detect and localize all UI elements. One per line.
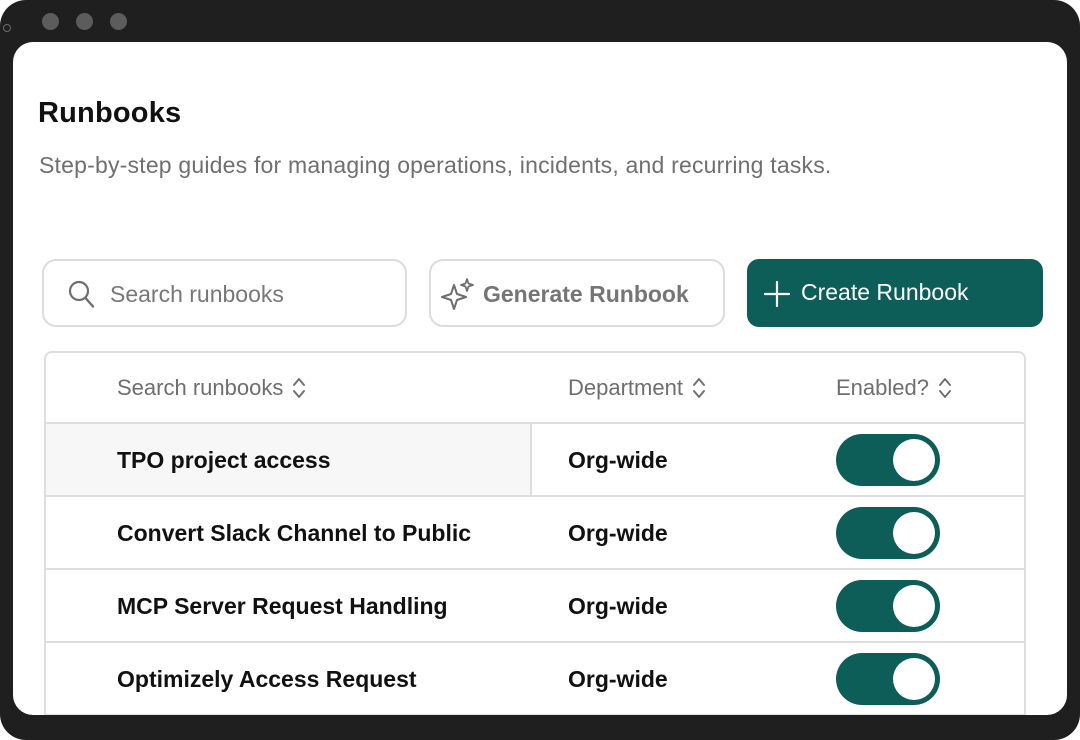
enabled-toggle[interactable] — [836, 434, 940, 486]
runbook-department: Org-wide — [568, 666, 668, 692]
runbook-name[interactable]: MCP Server Request Handling — [117, 593, 448, 620]
table-row[interactable]: MCP Server Request Handling Org-wide — [46, 570, 1024, 643]
window-close-dot[interactable] — [42, 13, 59, 30]
table-row[interactable]: Convert Slack Channel to Public Org-wide — [46, 497, 1024, 570]
corner-ring-icon — [3, 24, 11, 32]
sort-icon — [693, 378, 705, 398]
column-header-enabled[interactable]: Enabled? — [836, 375, 952, 401]
page-title: Runbooks — [38, 97, 182, 129]
runbook-department: Org-wide — [568, 447, 668, 473]
runbook-name[interactable]: TPO project access — [117, 447, 331, 474]
table-row[interactable]: Optimizely Access Request Org-wide — [46, 643, 1024, 715]
column-header-label: Department — [568, 375, 683, 400]
table-row[interactable]: TPO project access Org-wide — [46, 424, 1024, 497]
page-subtitle: Step-by-step guides for managing operati… — [39, 152, 832, 178]
enabled-toggle[interactable] — [836, 507, 940, 559]
enabled-toggle[interactable] — [836, 580, 940, 632]
toggle-knob — [893, 658, 935, 700]
generate-runbook-label: Generate Runbook — [483, 281, 689, 307]
window-minimize-dot[interactable] — [76, 13, 93, 30]
column-header-name[interactable]: Search runbooks — [117, 375, 306, 401]
runbook-name[interactable]: Optimizely Access Request — [117, 666, 417, 693]
toggle-knob — [893, 439, 935, 481]
create-runbook-label: Create Runbook — [801, 279, 969, 305]
search-input[interactable]: Search runbooks — [42, 259, 407, 327]
toggle-knob — [893, 512, 935, 554]
runbook-department: Org-wide — [568, 593, 668, 619]
sparkle-icon — [441, 278, 474, 310]
window-maximize-dot[interactable] — [110, 13, 127, 30]
create-runbook-button[interactable]: Create Runbook — [747, 259, 1043, 327]
runbooks-table: Search runbooks Department Enabled? TPO … — [44, 351, 1026, 715]
sort-icon — [939, 378, 951, 398]
toggle-knob — [893, 585, 935, 627]
runbook-department: Org-wide — [568, 520, 668, 546]
table-header: Search runbooks Department Enabled? — [46, 353, 1024, 424]
search-icon — [68, 280, 95, 308]
column-header-department[interactable]: Department — [568, 375, 706, 401]
column-header-label: Enabled? — [836, 375, 929, 400]
column-header-label: Search runbooks — [117, 375, 284, 400]
sort-icon — [293, 378, 306, 398]
main-panel: Runbooks Step-by-step guides for managin… — [13, 42, 1067, 715]
generate-runbook-button[interactable]: Generate Runbook — [429, 259, 725, 327]
search-placeholder: Search runbooks — [110, 281, 284, 307]
runbook-name[interactable]: Convert Slack Channel to Public — [117, 520, 471, 547]
plus-icon — [764, 281, 790, 307]
enabled-toggle[interactable] — [836, 653, 940, 705]
app-window: Runbooks Step-by-step guides for managin… — [0, 0, 1080, 740]
